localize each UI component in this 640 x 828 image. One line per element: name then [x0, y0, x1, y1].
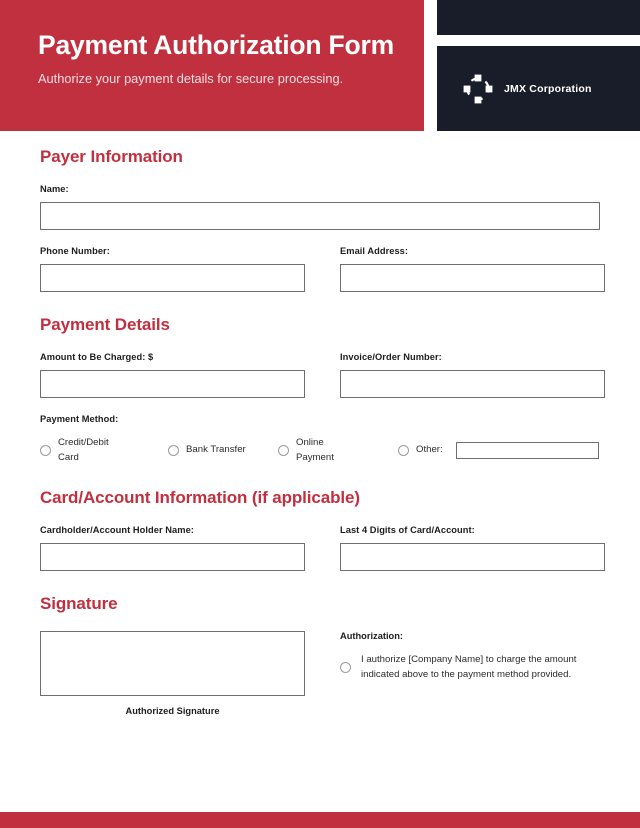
brand-card: JMX Corporation: [437, 46, 640, 131]
field-last-4-digits: Last 4 Digits of Card/Account:: [340, 525, 605, 571]
radio-option-other[interactable]: Other:: [398, 442, 600, 460]
section-payer-information: Payer Information Name: Phone Number: Em…: [40, 147, 605, 308]
page-header: Payment Authorization Form Authorize you…: [0, 0, 640, 131]
radio-option-bank-transfer[interactable]: Bank Transfer: [168, 443, 278, 458]
other-method-input[interactable]: [455, 442, 599, 460]
radio-label-other: Other:: [416, 444, 443, 456]
invoice-label: Invoice/Order Number:: [340, 352, 442, 362]
section-signature: Signature Authorized Signature Authoriza…: [40, 594, 600, 716]
page-title: Payment Authorization Form: [38, 30, 395, 60]
amount-label: Amount to Be Charged: $: [40, 352, 154, 362]
field-phone: Phone Number:: [40, 246, 305, 292]
footer-accent-bar: [0, 812, 640, 828]
row-signature-authorization: Authorized Signature Authorization: I au…: [40, 630, 600, 716]
email-input[interactable]: [340, 264, 605, 292]
cardholder-name-input[interactable]: [40, 542, 305, 571]
signature-input[interactable]: [40, 630, 305, 696]
page-subtitle: Authorize your payment details for secur…: [38, 71, 344, 87]
radio-option-credit-debit-card[interactable]: Credit/Debit Card: [40, 436, 168, 466]
row-phone-email: Phone Number: Email Address:: [40, 246, 605, 308]
radio-option-online-payment[interactable]: Online Payment: [278, 436, 398, 466]
last-4-digits-label: Last 4 Digits of Card/Account:: [340, 524, 475, 535]
field-payment-method: Payment Method: Credit/Debit Card Bank T…: [40, 414, 600, 466]
authorization-label: Authorization:: [340, 630, 403, 641]
name-input[interactable]: [40, 202, 600, 230]
field-email: Email Address:: [340, 246, 605, 292]
signature-caption: Authorized Signature: [125, 705, 220, 716]
authorization-text: I authorize [Company Name] to charge the…: [361, 653, 577, 681]
section-payment-details: Payment Details Amount to Be Charged: $ …: [40, 315, 605, 466]
section-title-payer: Payer Information: [40, 147, 183, 166]
brand-name: JMX Corporation: [504, 82, 592, 95]
row-amount-invoice: Amount to Be Charged: $ Invoice/Order Nu…: [40, 352, 605, 414]
radio-label-online-payment: Online Payment: [296, 437, 334, 463]
section-card-account-information: Card/Account Information (if applicable)…: [40, 487, 605, 587]
phone-input[interactable]: [40, 264, 305, 292]
authorization-consent-option[interactable]: I authorize [Company Name] to charge the…: [340, 652, 589, 683]
radio-label-credit-debit-card: Credit/Debit Card: [58, 437, 109, 463]
signature-column: Authorized Signature: [40, 630, 305, 716]
radio-label-bank-transfer: Bank Transfer: [186, 444, 246, 456]
section-title-payment: Payment Details: [40, 315, 170, 334]
radio-circle-icon[interactable]: [168, 445, 179, 457]
amount-input[interactable]: [40, 370, 305, 398]
authorization-column: Authorization: I authorize [Company Name…: [340, 631, 589, 683]
radio-circle-icon[interactable]: [340, 661, 351, 673]
field-amount: Amount to Be Charged: $: [40, 352, 305, 398]
phone-label: Phone Number:: [40, 246, 110, 256]
radio-circle-icon[interactable]: [40, 445, 51, 457]
email-label: Email Address:: [340, 246, 409, 256]
section-title-card: Card/Account Information (if applicable): [40, 487, 360, 507]
field-cardholder-name: Cardholder/Account Holder Name:: [40, 525, 305, 571]
dashed-circle-squares-icon: [463, 74, 493, 104]
field-name: Name:: [40, 184, 600, 230]
brand-accent-strip: [437, 0, 640, 35]
radio-circle-icon[interactable]: [278, 445, 289, 457]
name-label: Name:: [40, 184, 69, 194]
payment-method-label: Payment Method:: [40, 414, 119, 424]
last-4-digits-input[interactable]: [340, 542, 605, 571]
field-invoice: Invoice/Order Number:: [340, 352, 605, 398]
payment-method-options: Credit/Debit Card Bank Transfer Online P…: [40, 436, 600, 466]
header-banner: Payment Authorization Form Authorize you…: [0, 0, 424, 131]
form-body: Payer Information Name: Phone Number: Em…: [0, 131, 640, 716]
cardholder-name-label: Cardholder/Account Holder Name:: [40, 524, 194, 535]
section-title-signature: Signature: [40, 593, 118, 613]
row-holder-last4: Cardholder/Account Holder Name: Last 4 D…: [40, 525, 605, 587]
radio-circle-icon[interactable]: [398, 445, 409, 457]
invoice-input[interactable]: [340, 370, 605, 398]
